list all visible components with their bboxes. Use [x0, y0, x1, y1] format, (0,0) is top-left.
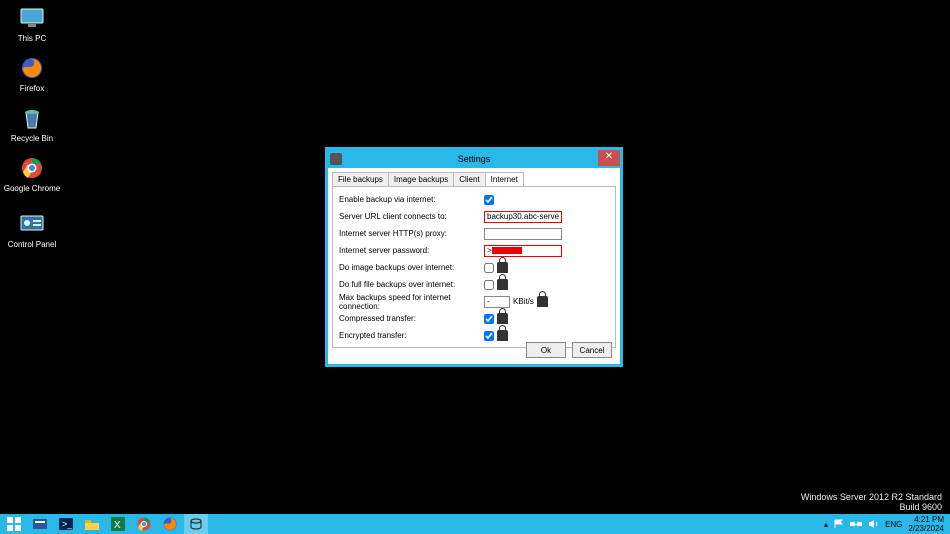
svg-text:X: X	[114, 520, 121, 531]
tray-show-hidden-icon[interactable]: ▴	[824, 520, 828, 529]
label-max-speed: Max backups speed for internet connectio…	[339, 293, 484, 311]
desktop-icon-label: Google Chrome	[2, 184, 62, 193]
desktop-icon-chrome[interactable]: Google Chrome	[2, 154, 62, 193]
lock-icon	[497, 313, 508, 324]
chrome-icon	[18, 154, 46, 182]
input-password[interactable]: >	[484, 245, 562, 257]
tab-panel-internet: Enable backup via internet: Server URL c…	[332, 186, 616, 348]
label-password: Internet server password:	[339, 246, 484, 255]
dialog-title: Settings	[328, 154, 620, 164]
desktop-icon-label: Firefox	[2, 84, 62, 93]
taskbar-server-manager[interactable]	[28, 514, 52, 534]
label-server-url: Server URL client connects to:	[339, 212, 484, 221]
tray-flag-icon[interactable]	[834, 519, 844, 529]
tray-time: 4:21 PM	[908, 515, 944, 524]
tray-clock[interactable]: 4:21 PM 2/23/2024	[908, 515, 944, 533]
desktop-icon-firefox[interactable]: Firefox	[2, 54, 62, 93]
desktop-icon-control-panel[interactable]: Control Panel	[2, 210, 62, 249]
input-max-speed[interactable]	[484, 296, 510, 308]
tab-strip: File backups Image backups Client Intern…	[332, 172, 616, 186]
lock-icon	[537, 296, 548, 307]
desktop-icon-label: This PC	[2, 34, 62, 43]
taskbar-excel[interactable]: X	[106, 514, 130, 534]
input-http-proxy[interactable]	[484, 228, 562, 240]
tab-image-backups[interactable]: Image backups	[388, 172, 454, 186]
monitor-icon	[18, 4, 46, 32]
close-button[interactable]: ✕	[598, 150, 620, 166]
taskbar-firefox[interactable]	[158, 514, 182, 534]
tray-volume-icon[interactable]	[868, 519, 879, 529]
desktop-icon-this-pc[interactable]: This PC	[2, 4, 62, 43]
label-enable-internet: Enable backup via internet:	[339, 195, 484, 204]
svg-text:>_: >_	[62, 519, 73, 529]
checkbox-enable-internet[interactable]	[484, 195, 494, 205]
input-server-url[interactable]	[484, 211, 562, 223]
watermark-line2: Build 9600	[801, 502, 942, 512]
taskbar-urbackup[interactable]	[184, 514, 208, 534]
lock-icon	[497, 330, 508, 341]
checkbox-compressed[interactable]	[484, 314, 494, 324]
cancel-button[interactable]: Cancel	[572, 342, 612, 358]
unit-max-speed: KBit/s	[513, 297, 534, 306]
tray-date: 2/23/2024	[908, 524, 944, 533]
label-full-over-net: Do full file backups over internet:	[339, 280, 484, 289]
control-panel-icon	[18, 210, 46, 238]
label-image-over-net: Do image backups over internet:	[339, 263, 484, 272]
settings-dialog: Settings ✕ File backups Image backups Cl…	[325, 147, 623, 367]
taskbar-explorer[interactable]	[80, 514, 104, 534]
taskbar-chrome[interactable]	[132, 514, 156, 534]
watermark-line1: Windows Server 2012 R2 Standard	[801, 492, 942, 502]
tray-language[interactable]: ENG	[885, 520, 902, 529]
tray-network-icon[interactable]	[850, 519, 862, 529]
label-http-proxy: Internet server HTTP(s) proxy:	[339, 229, 484, 238]
titlebar[interactable]: Settings ✕	[328, 150, 620, 168]
checkbox-full-over-net[interactable]	[484, 280, 494, 290]
recycle-bin-icon	[18, 104, 46, 132]
checkbox-image-over-net[interactable]	[484, 263, 494, 273]
label-compressed: Compressed transfer:	[339, 314, 484, 323]
tab-file-backups[interactable]: File backups	[332, 172, 389, 186]
dialog-button-row: Ok Cancel	[526, 342, 612, 358]
firefox-icon	[18, 54, 46, 82]
checkbox-encrypted[interactable]	[484, 331, 494, 341]
desktop-icon-label: Control Panel	[2, 240, 62, 249]
watermark: Windows Server 2012 R2 Standard Build 96…	[801, 492, 942, 512]
tab-internet[interactable]: Internet	[485, 172, 524, 186]
label-encrypted: Encrypted transfer:	[339, 331, 484, 340]
tab-client[interactable]: Client	[453, 172, 485, 186]
desktop-icon-label: Recycle Bin	[2, 134, 62, 143]
desktop-icon-recycle-bin[interactable]: Recycle Bin	[2, 104, 62, 143]
ok-button[interactable]: Ok	[526, 342, 566, 358]
taskbar: >_ X ▴ ENG 4:21 PM 2/23/2024	[0, 514, 950, 534]
taskbar-powershell[interactable]: >_	[54, 514, 78, 534]
start-button[interactable]	[2, 514, 26, 534]
lock-icon	[497, 279, 508, 290]
lock-icon	[497, 262, 508, 273]
